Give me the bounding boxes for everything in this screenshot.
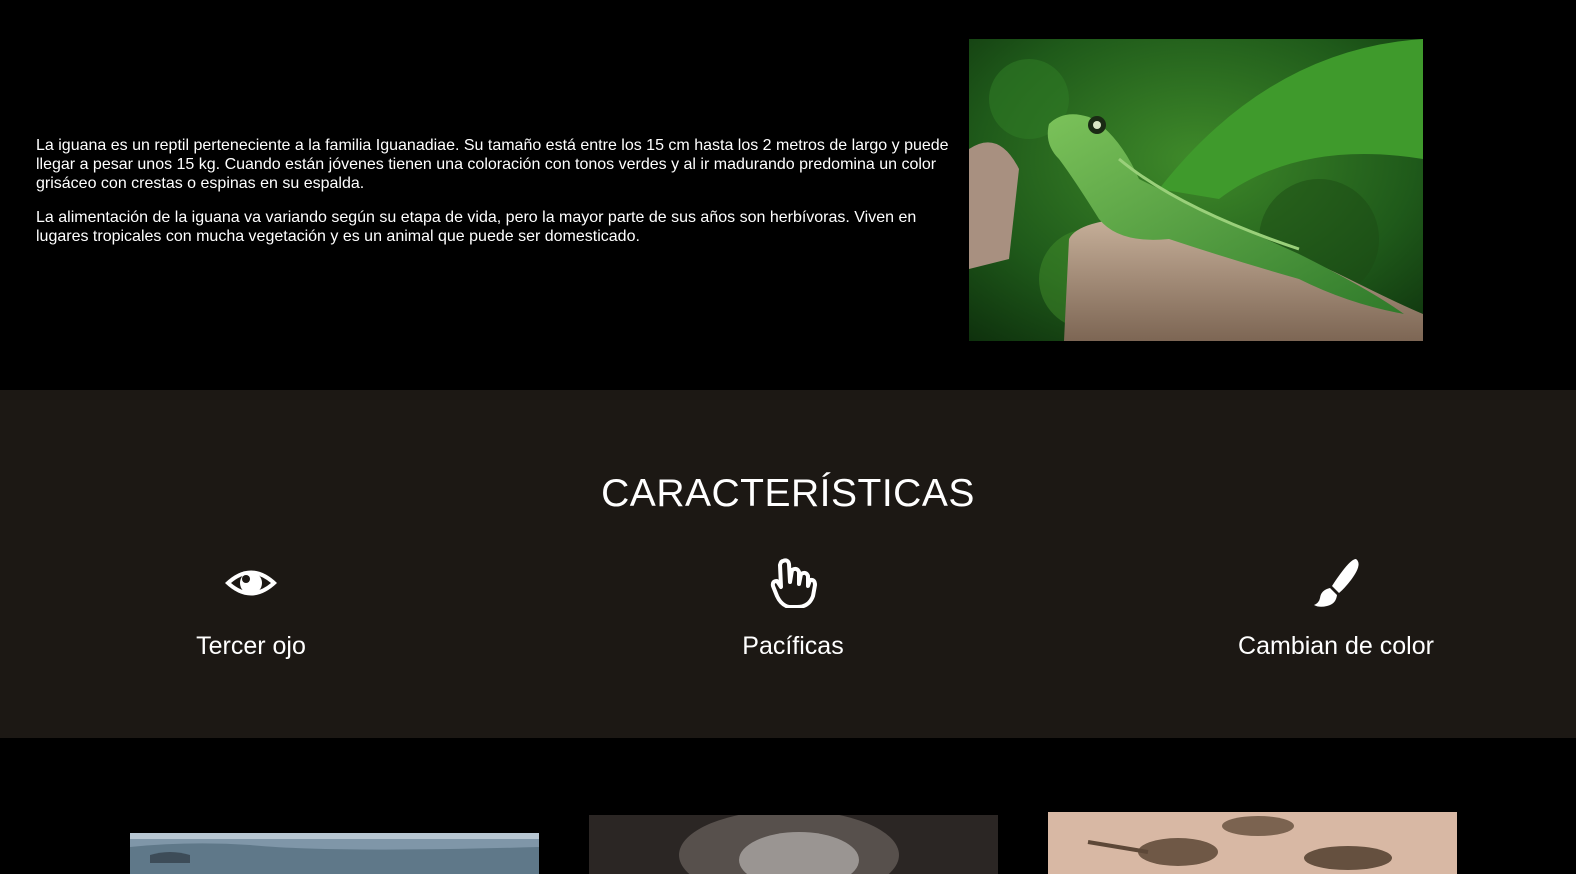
intro-section: La iguana es un reptil perteneciente a l… (0, 0, 1576, 390)
intro-paragraph-2: La alimentación de la iguana va variando… (36, 209, 917, 245)
feature-label: Cambian de color (1238, 632, 1434, 660)
feature-label: Pacíficas (742, 632, 844, 660)
intro-text: La iguana es un reptil perteneciente a l… (36, 136, 952, 261)
gallery-photo-1 (130, 833, 539, 874)
feature-cambian-de-color: Cambian de color (1156, 558, 1516, 661)
intro-paragraph-1: La iguana es un reptil perteneciente a l… (36, 137, 949, 192)
features-title: CARACTERÍSTICAS (601, 472, 975, 515)
iguana-image (969, 39, 1423, 341)
paint-brush-icon (1156, 558, 1516, 608)
gallery-section (0, 738, 1576, 874)
feature-tercer-ojo: Tercer ojo (71, 558, 431, 661)
gallery-photo-2 (589, 815, 998, 874)
feature-label: Tercer ojo (196, 632, 306, 660)
eye-icon (71, 558, 431, 608)
feature-pacificas: Pacíficas (613, 558, 973, 661)
gallery-photo-3 (1048, 812, 1457, 874)
features-section: CARACTERÍSTICAS Tercer ojo Pacíficas Cam… (0, 390, 1576, 738)
hand-pointer-icon (613, 558, 973, 609)
